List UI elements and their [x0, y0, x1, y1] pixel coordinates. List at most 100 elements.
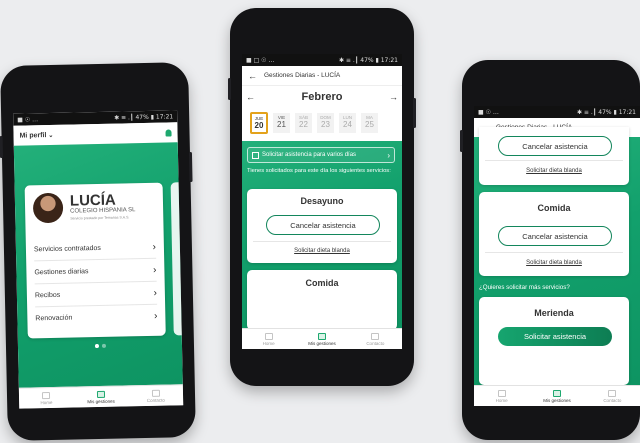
service-title: Merienda: [534, 308, 574, 318]
screen-gestiones: ■ □ ☉ … ✱ ≡ .┃ 47% ▮ 17:21 ← Gestiones D…: [242, 54, 402, 349]
divider: [485, 252, 623, 253]
phone-gestiones: ■ □ ☉ … ✱ ≡ .┃ 47% ▮ 17:21 ← Gestiones D…: [228, 8, 416, 386]
menu-item-renovacion[interactable]: Renovación ›: [27, 305, 165, 330]
next-card-peek: [170, 182, 182, 336]
day-chip[interactable]: DOM 23: [317, 113, 334, 133]
nav-label: Home: [495, 397, 508, 403]
nav-home[interactable]: Home: [242, 329, 295, 349]
profile-selector[interactable]: Mi perfil ⌄: [19, 131, 54, 140]
divider: [253, 241, 391, 242]
day-number: 22: [299, 120, 308, 129]
profile-background: LUCÍA COLEGIO HISPANIA SL Servicio prest…: [13, 142, 183, 389]
status-right: ✱ ≡ .┃ 47% ▮ 17:21: [114, 112, 174, 122]
status-bar: ■ □ ☉ … ✱ ≡ .┃ 47% ▮ 17:21: [242, 54, 402, 66]
next-month-icon[interactable]: →: [389, 92, 398, 102]
screen-profile: ■ ☉ … ✱ ≡ .┃ 47% ▮ 17:21 Mi perfil ⌄ LUC…: [13, 110, 184, 409]
service-provider: Servicio prestado por Temanas S.A.S.: [70, 215, 130, 221]
nav-gestiones[interactable]: Mis gestiones: [74, 386, 129, 407]
nav-label: Mis gestiones: [543, 397, 571, 403]
cancel-attendance-button[interactable]: Cancelar asistencia: [266, 215, 380, 235]
profile-card: LUCÍA COLEGIO HISPANIA SL Servicio prest…: [24, 182, 166, 339]
day-chip[interactable]: MA 25: [361, 113, 378, 133]
nav-label: Contacto: [603, 397, 622, 403]
pager-dots[interactable]: [18, 342, 182, 349]
calendar-icon: [252, 151, 259, 159]
prev-month-icon[interactable]: ←: [246, 92, 255, 102]
nav-contacto[interactable]: Contacto: [128, 385, 183, 406]
day-number: 23: [321, 120, 330, 129]
home-icon: [497, 389, 506, 397]
menu-item-gestiones[interactable]: Gestiones diarias ›: [26, 259, 164, 284]
pager-dot: [101, 343, 106, 348]
phone-more-services: ■ ☉ … ✱ ≡ .┃ 47% ▮ 17:21 ← Gestiones Dia…: [460, 60, 640, 440]
service-card-desayuno: Desayuno Cancelar asistencia Solicitar d…: [247, 189, 397, 263]
soft-diet-link[interactable]: Solicitar dieta blanda: [479, 260, 629, 266]
status-right: ✱ ≡ .┃ 47% ▮ 17:21: [338, 56, 398, 64]
phone-profile: ■ ☉ … ✱ ≡ .┃ 47% ▮ 17:21 Mi perfil ⌄ LUC…: [0, 62, 196, 441]
status-left: ■ □ ☉ …: [246, 56, 275, 64]
menu-item-recibos[interactable]: Recibos ›: [27, 282, 165, 307]
chat-icon: [371, 332, 380, 340]
calendar-icon: [96, 390, 106, 398]
info-text: Tienes solicitados para este día los sig…: [247, 168, 391, 174]
nav-gestiones[interactable]: Mis gestiones: [529, 386, 584, 406]
bottom-nav: Home Mis gestiones Contacto: [474, 385, 640, 406]
day-chip[interactable]: VIE 21: [273, 113, 290, 133]
multi-day-label: Solicitar asistencia para varios días: [262, 152, 357, 158]
service-card-desayuno: Cancelar asistencia Solicitar dieta blan…: [479, 127, 629, 185]
status-left: ■ ☉ …: [478, 108, 499, 116]
soft-diet-link[interactable]: Solicitar dieta blanda: [479, 168, 629, 174]
soft-diet-link[interactable]: Solicitar dieta blanda: [247, 248, 397, 254]
bottom-nav: Home Mis gestiones Contacto: [18, 384, 184, 409]
day-number: 25: [365, 120, 374, 129]
profile-selector-label: Mi perfil: [19, 131, 47, 140]
service-card-merienda: Merienda Solicitar asistencia: [479, 297, 629, 385]
service-title: Desayuno: [300, 196, 344, 206]
calendar-icon: [317, 332, 326, 340]
service-title: Comida: [537, 203, 571, 213]
month-label: Febrero: [301, 91, 343, 103]
school-name: COLEGIO HISPANIA SL: [70, 207, 136, 215]
day-chip[interactable]: SÁB 22: [295, 113, 312, 133]
page-title: Gestiones Diarias - LUCÍA: [264, 72, 341, 79]
day-chip-selected[interactable]: JUE 20: [250, 112, 268, 134]
home-icon: [264, 332, 273, 340]
chevron-right-icon: ›: [152, 264, 157, 276]
app-header: ← Gestiones Diarias - LUCÍA: [242, 66, 402, 86]
menu-item-label: Renovación: [35, 314, 73, 322]
chevron-right-icon: ›: [152, 241, 157, 253]
day-chip[interactable]: LUN 24: [339, 113, 356, 133]
menu-item-servicios[interactable]: Servicios contratados ›: [26, 236, 164, 261]
nav-home[interactable]: Home: [19, 388, 74, 409]
services-area: Solicitar asistencia para varios días › …: [242, 141, 402, 330]
cancel-attendance-button[interactable]: Cancelar asistencia: [498, 226, 612, 246]
divider: [485, 160, 623, 161]
bell-icon[interactable]: [165, 128, 172, 137]
menu-item-label: Recibos: [34, 291, 61, 299]
nav-gestiones[interactable]: Mis gestiones: [295, 329, 348, 349]
status-right: ✱ ≡ .┃ 47% ▮ 17:21: [576, 108, 636, 116]
menu-item-label: Servicios contratados: [33, 244, 101, 253]
request-attendance-button[interactable]: Solicitar asistencia: [498, 327, 612, 346]
screen-more-services: ■ ☉ … ✱ ≡ .┃ 47% ▮ 17:21 ← Gestiones Dia…: [474, 106, 640, 406]
day-number: 20: [254, 121, 264, 130]
chevron-right-icon: ›: [387, 150, 390, 160]
chevron-down-icon: ⌄: [48, 132, 54, 139]
more-services-text: ¿Quieres solicitar más servicios?: [479, 284, 570, 291]
back-arrow-icon[interactable]: ←: [248, 71, 257, 81]
nav-contacto[interactable]: Contacto: [349, 329, 402, 349]
power-button: [413, 98, 416, 128]
chat-icon: [608, 389, 617, 397]
avatar: [32, 192, 64, 224]
volume-button: [0, 135, 4, 159]
nav-home[interactable]: Home: [474, 386, 529, 406]
services-area: Cancelar asistencia Solicitar dieta blan…: [474, 127, 640, 385]
day-number: 21: [277, 120, 286, 129]
month-nav: ← Febrero →: [242, 86, 402, 108]
multi-day-button[interactable]: Solicitar asistencia para varios días ›: [247, 147, 395, 163]
nav-contacto[interactable]: Contacto: [585, 386, 640, 406]
chevron-right-icon: ›: [153, 287, 157, 299]
power-button: [188, 152, 193, 183]
cancel-attendance-button[interactable]: Cancelar asistencia: [498, 136, 612, 156]
volume-button: [460, 130, 463, 152]
